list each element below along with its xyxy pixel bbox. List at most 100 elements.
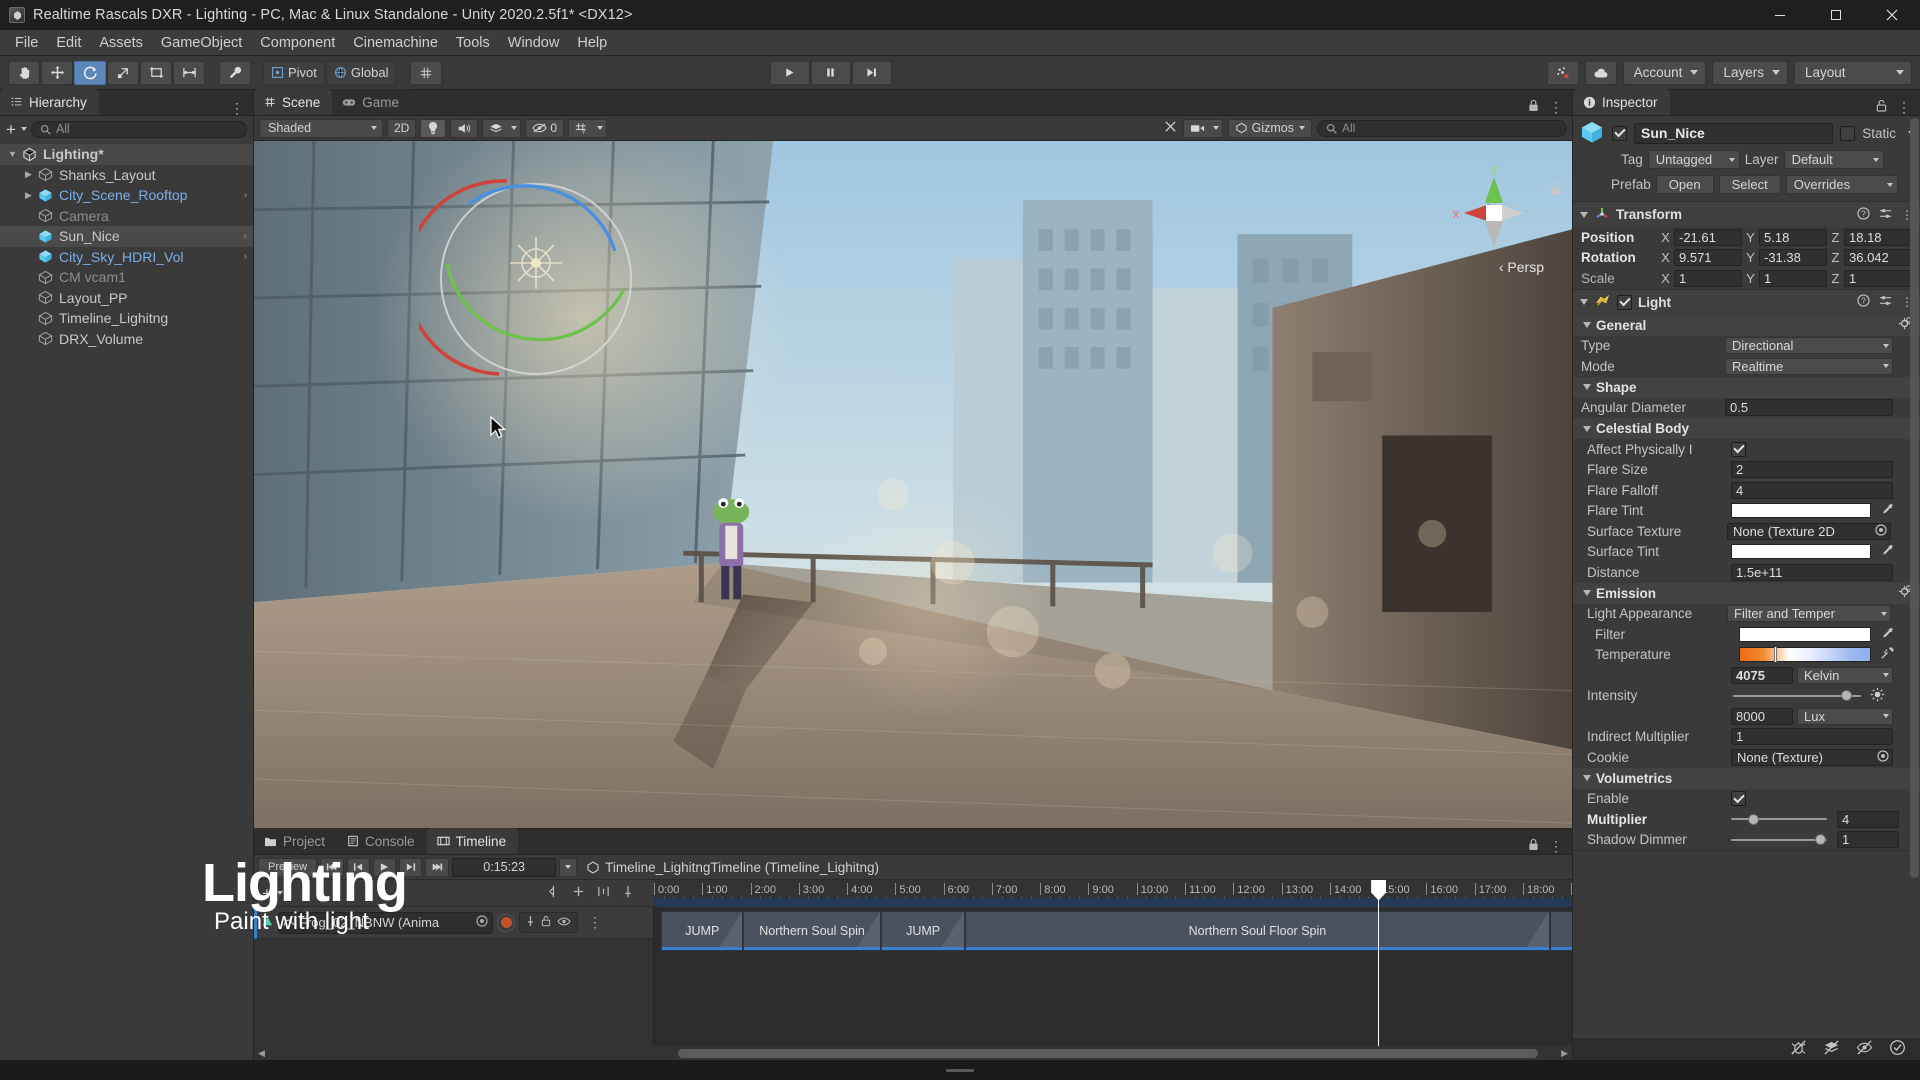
hierarchy-item-expand-arrow[interactable]: › bbox=[244, 190, 253, 201]
maximize-button[interactable] bbox=[1808, 0, 1864, 30]
temperature-picker-icon[interactable] bbox=[1880, 646, 1895, 663]
menu-item-help[interactable]: Help bbox=[568, 32, 616, 54]
light-enabled-checkbox[interactable] bbox=[1617, 294, 1632, 310]
hierarchy-menu-icon[interactable]: ⋮ bbox=[230, 101, 244, 115]
inspector-vertical-scrollbar[interactable] bbox=[1910, 118, 1919, 878]
temperature-value-field[interactable]: 4075 bbox=[1731, 666, 1793, 684]
hierarchy-item-timeline-lighitng[interactable]: Timeline_Lighitng bbox=[0, 308, 253, 329]
temperature-gradient-slider[interactable] bbox=[1739, 647, 1871, 663]
timeline-time-field[interactable]: 0:15:23 bbox=[452, 857, 557, 877]
shadow-dimmer-field[interactable]: 1 bbox=[1837, 831, 1899, 849]
intensity-sun-icon[interactable] bbox=[1870, 687, 1885, 705]
surface-texture-field[interactable]: None (Texture 2D bbox=[1727, 522, 1891, 540]
rotate-gizmo[interactable] bbox=[419, 159, 669, 394]
scene-audio-icon[interactable] bbox=[450, 118, 479, 138]
transform-rotation-y-field[interactable]: -31.38 bbox=[1759, 249, 1827, 267]
hierarchy-item-sun-nice[interactable]: Sun_Nice › bbox=[0, 226, 253, 247]
transform-header[interactable]: Transform ? ⋮ bbox=[1573, 202, 1920, 227]
surface-texture-picker-icon[interactable] bbox=[1875, 524, 1887, 539]
intensity-slider[interactable] bbox=[1733, 687, 1861, 704]
hand-tool-button[interactable] bbox=[8, 60, 40, 85]
distance-field[interactable]: 1.5e+11 bbox=[1731, 563, 1893, 581]
timeline-clip[interactable]: Northern Soul Spin bbox=[743, 911, 881, 951]
scene-gizmo-lock-icon[interactable] bbox=[1549, 181, 1562, 199]
scene-lock-icon[interactable] bbox=[1528, 99, 1539, 115]
scale-tool-button[interactable] bbox=[107, 60, 139, 85]
track-name-field[interactable]: Frog_02_NBNW (Anima bbox=[278, 911, 493, 934]
scene-menu-icon[interactable]: ⋮ bbox=[1549, 100, 1563, 114]
scroll-right-arrow[interactable]: ▶ bbox=[1561, 1048, 1568, 1059]
tag-dropdown[interactable]: Untagged bbox=[1647, 150, 1740, 169]
keyframe-next-icon[interactable] bbox=[597, 885, 610, 901]
filter-color-field[interactable] bbox=[1739, 626, 1871, 642]
gizmos-dropdown[interactable]: Gizmos bbox=[1227, 118, 1312, 138]
shadow-dimmer-slider[interactable] bbox=[1731, 831, 1827, 848]
account-dropdown[interactable]: Account bbox=[1622, 60, 1707, 85]
transform-preset-icon[interactable] bbox=[1879, 207, 1892, 223]
toggle-2d-button[interactable]: 2D bbox=[387, 118, 417, 138]
transform-position-y-field[interactable]: 5.18 bbox=[1759, 228, 1827, 246]
hierarchy-item-city-sky-hdri-vol[interactable]: City_Sky_HDRI_Vol › bbox=[0, 247, 253, 268]
track-visibility-icon[interactable] bbox=[557, 916, 571, 930]
scene-axis-gizmo[interactable]: y x bbox=[1446, 159, 1542, 255]
chevron-down-icon[interactable]: ▼ bbox=[6, 149, 19, 159]
timeline-first-frame-button[interactable] bbox=[320, 857, 345, 877]
pause-button[interactable] bbox=[810, 60, 851, 85]
scene-search-input[interactable]: All bbox=[1317, 119, 1567, 137]
hierarchy-item-layout-pp[interactable]: Layout_PP bbox=[0, 288, 253, 309]
tab-inspector[interactable]: Inspector bbox=[1573, 89, 1670, 115]
menu-item-window[interactable]: Window bbox=[499, 32, 569, 54]
cloud-icon[interactable] bbox=[1584, 60, 1617, 85]
intensity-unit-dropdown[interactable]: Lux bbox=[1797, 707, 1893, 725]
static-checkbox[interactable] bbox=[1840, 125, 1856, 141]
hierarchy-item-expand-arrow[interactable]: › bbox=[244, 231, 253, 242]
flare-size-field[interactable]: 2 bbox=[1731, 461, 1893, 479]
transform-scale-y-field[interactable]: 1 bbox=[1759, 269, 1827, 287]
timeline-clip-area[interactable]: JUMP Northern Soul Spin JUMP Northern Soul … bbox=[654, 907, 1572, 1046]
shading-mode-dropdown[interactable]: Shaded bbox=[259, 118, 383, 138]
timeline-track-header-row[interactable]: Frog_02_NBNW (Anima ⋮ bbox=[254, 907, 653, 939]
tab-project[interactable]: Project bbox=[254, 828, 338, 854]
layout-dropdown[interactable]: Layout bbox=[1793, 60, 1912, 85]
scene-tools-icon[interactable] bbox=[1163, 119, 1178, 137]
timeline-next-frame-button[interactable] bbox=[399, 857, 423, 877]
timeline-playhead[interactable] bbox=[1371, 879, 1387, 907]
hierarchy-item-lighting[interactable]: ▼ Lighting* bbox=[0, 144, 253, 165]
scroll-left-arrow[interactable]: ◀ bbox=[258, 1048, 265, 1059]
chevron-right-icon[interactable]: ▶ bbox=[22, 169, 35, 180]
prefab-open-button[interactable]: Open bbox=[1655, 175, 1714, 194]
scene-hidden-objects-icon[interactable]: 0 bbox=[525, 118, 565, 138]
tab-game[interactable]: Game bbox=[332, 89, 412, 115]
tab-console[interactable]: Console bbox=[337, 828, 427, 854]
transform-position-x-field[interactable]: -21.61 bbox=[1674, 228, 1742, 246]
track-record-button[interactable] bbox=[497, 913, 515, 932]
timeline-add-track-button[interactable]: + bbox=[262, 885, 283, 902]
menu-item-cinemachine[interactable]: Cinemachine bbox=[344, 32, 447, 54]
scene-grid-icon[interactable]: Y bbox=[568, 118, 608, 138]
rotate-tool-button[interactable] bbox=[74, 60, 106, 85]
flare-tint-color-field[interactable] bbox=[1731, 503, 1871, 519]
layers-dropdown[interactable]: Layers bbox=[1712, 60, 1788, 85]
play-button[interactable] bbox=[769, 60, 810, 85]
flare-tint-eyedropper-icon[interactable] bbox=[1880, 502, 1894, 519]
scene-lighting-icon[interactable] bbox=[420, 118, 447, 138]
timeline-menu-icon[interactable]: ⋮ bbox=[1549, 839, 1563, 853]
light-mode-dropdown[interactable]: Realtime bbox=[1725, 357, 1893, 375]
layer-dropdown[interactable]: Default bbox=[1783, 150, 1884, 169]
hierarchy-list[interactable]: ▼ Lighting* ▶ Shanks_Layout ▶ City_Scene_Roof… bbox=[0, 142, 253, 1060]
filter-eyedropper-icon[interactable] bbox=[1880, 626, 1894, 643]
hierarchy-item-expand-arrow[interactable]: › bbox=[244, 251, 253, 262]
menu-item-edit[interactable]: Edit bbox=[47, 32, 90, 54]
hierarchy-item-drx-volume[interactable]: DRX_Volume bbox=[0, 329, 253, 350]
scene-effects-icon[interactable] bbox=[482, 118, 522, 138]
collab-icon[interactable] bbox=[1546, 60, 1579, 85]
layers-off-icon[interactable] bbox=[1823, 1039, 1840, 1059]
celestial-body-section-header[interactable]: Celestial Body bbox=[1573, 418, 1920, 439]
tab-scene[interactable]: Scene bbox=[254, 89, 333, 115]
hierarchy-item-cm-vcam1[interactable]: CM vcam1 bbox=[0, 267, 253, 288]
bug-off-icon[interactable] bbox=[1790, 1039, 1807, 1059]
track-menu-icon[interactable]: ⋮ bbox=[582, 914, 608, 931]
timeline-clip[interactable]: JUMP bbox=[880, 911, 966, 951]
angular-diameter-field[interactable]: 0.5 bbox=[1725, 399, 1893, 417]
transform-tool-button[interactable] bbox=[173, 60, 205, 85]
